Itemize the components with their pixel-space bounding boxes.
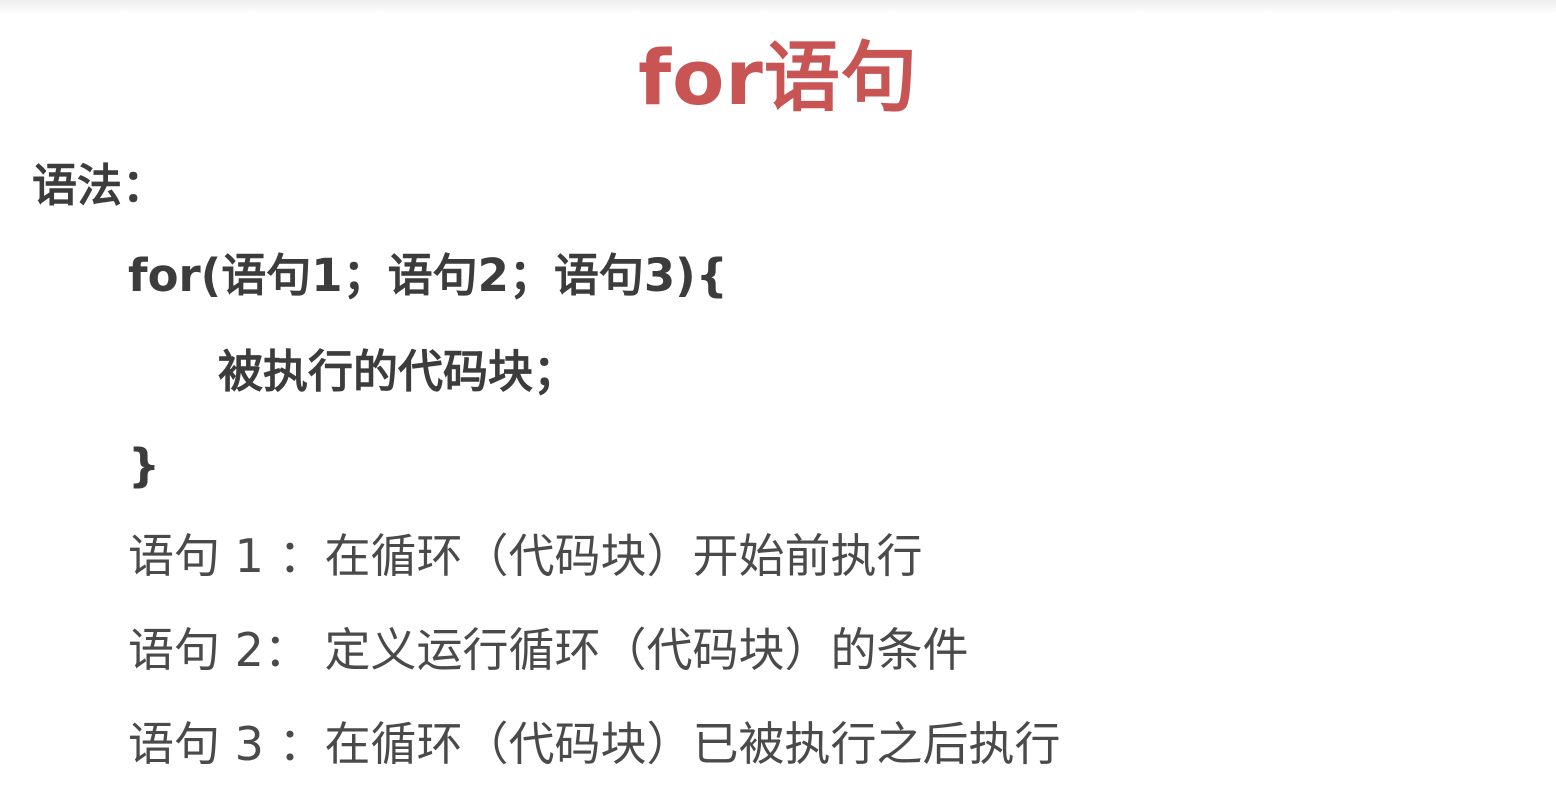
syntax-label: 语法： [32,159,168,212]
code-line-for-header: for(语句1；语句2；语句3){ [128,249,728,302]
code-line-body: 被执行的代码块； [218,345,579,398]
code-line-closing-brace: } [128,439,161,492]
description-statement-1: 语句 1 ：在循环（代码块）开始前执行 [128,529,923,583]
slide-title: for语句 [638,33,918,122]
top-border-strip [0,0,1556,14]
description-statement-3: 语句 3 ：在循环（代码块）已被执行之后执行 [128,717,1061,771]
description-statement-2: 语句 2： 定义运行循环（代码块）的条件 [128,623,969,677]
